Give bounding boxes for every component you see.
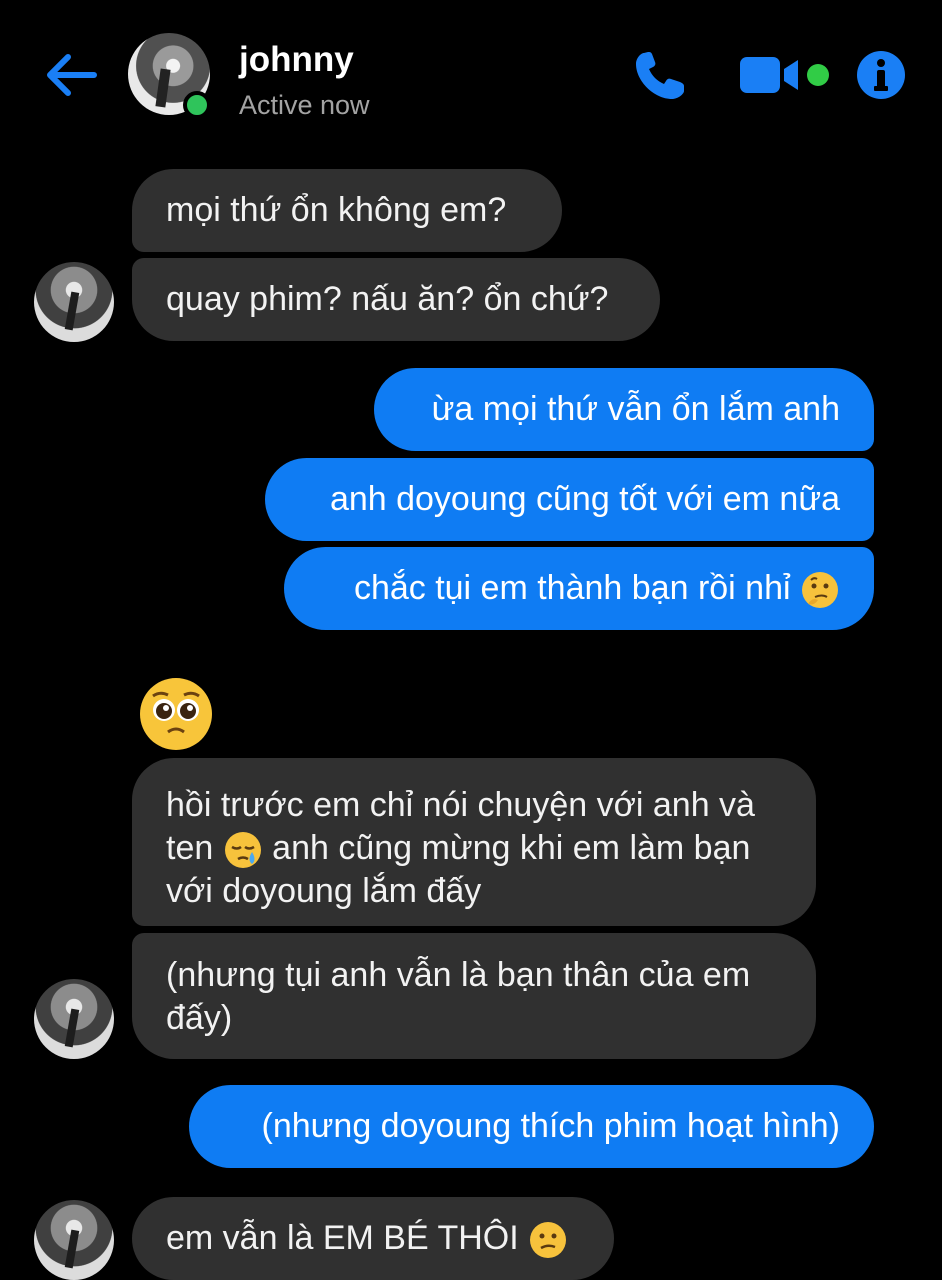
phone-icon[interactable]: [632, 49, 690, 103]
back-arrow-icon[interactable]: [44, 52, 98, 98]
sender-avatar[interactable]: [34, 979, 114, 1059]
video-camera-icon[interactable]: [738, 55, 802, 95]
sleepy-face-emoji: [224, 832, 261, 869]
received-message[interactable]: quay phim? nấu ăn? ổn chứ?: [132, 258, 660, 341]
sent-message[interactable]: (nhưng doyoung thích phim hoạt hình): [189, 1085, 874, 1168]
received-message[interactable]: (nhưng tụi anh vẫn là bạn thân của em đấ…: [132, 933, 816, 1059]
sender-avatar[interactable]: [34, 1200, 114, 1280]
sent-message[interactable]: chắc tụi em thành bạn rồi nhỉ: [284, 547, 874, 630]
received-message[interactable]: em vẫn là EM BÉ THÔI: [132, 1197, 614, 1280]
sent-message[interactable]: anh doyoung cũng tốt với em nữa: [265, 458, 874, 541]
message-text: em vẫn là EM BÉ THÔI: [166, 1219, 519, 1257]
info-icon[interactable]: [856, 50, 906, 100]
active-status: Active now: [239, 90, 370, 120]
pleading-face-emoji[interactable]: [138, 676, 214, 752]
sent-message[interactable]: ừa mọi thứ vẫn ổn lắm anh: [374, 368, 874, 451]
thinking-face-emoji: [802, 572, 838, 609]
message-text: chắc tụi em thành bạn rồi nhỉ: [353, 569, 791, 607]
confused-face-emoji: [530, 1222, 567, 1259]
received-message[interactable]: mọi thứ ổn không em?: [132, 169, 562, 252]
contact-name[interactable]: johnny: [239, 40, 354, 80]
sender-avatar[interactable]: [34, 262, 114, 342]
online-status-dot: [183, 91, 211, 119]
video-active-dot: [807, 64, 829, 86]
received-message[interactable]: hồi trước em chỉ nói chuyện với anh và t…: [132, 758, 816, 926]
